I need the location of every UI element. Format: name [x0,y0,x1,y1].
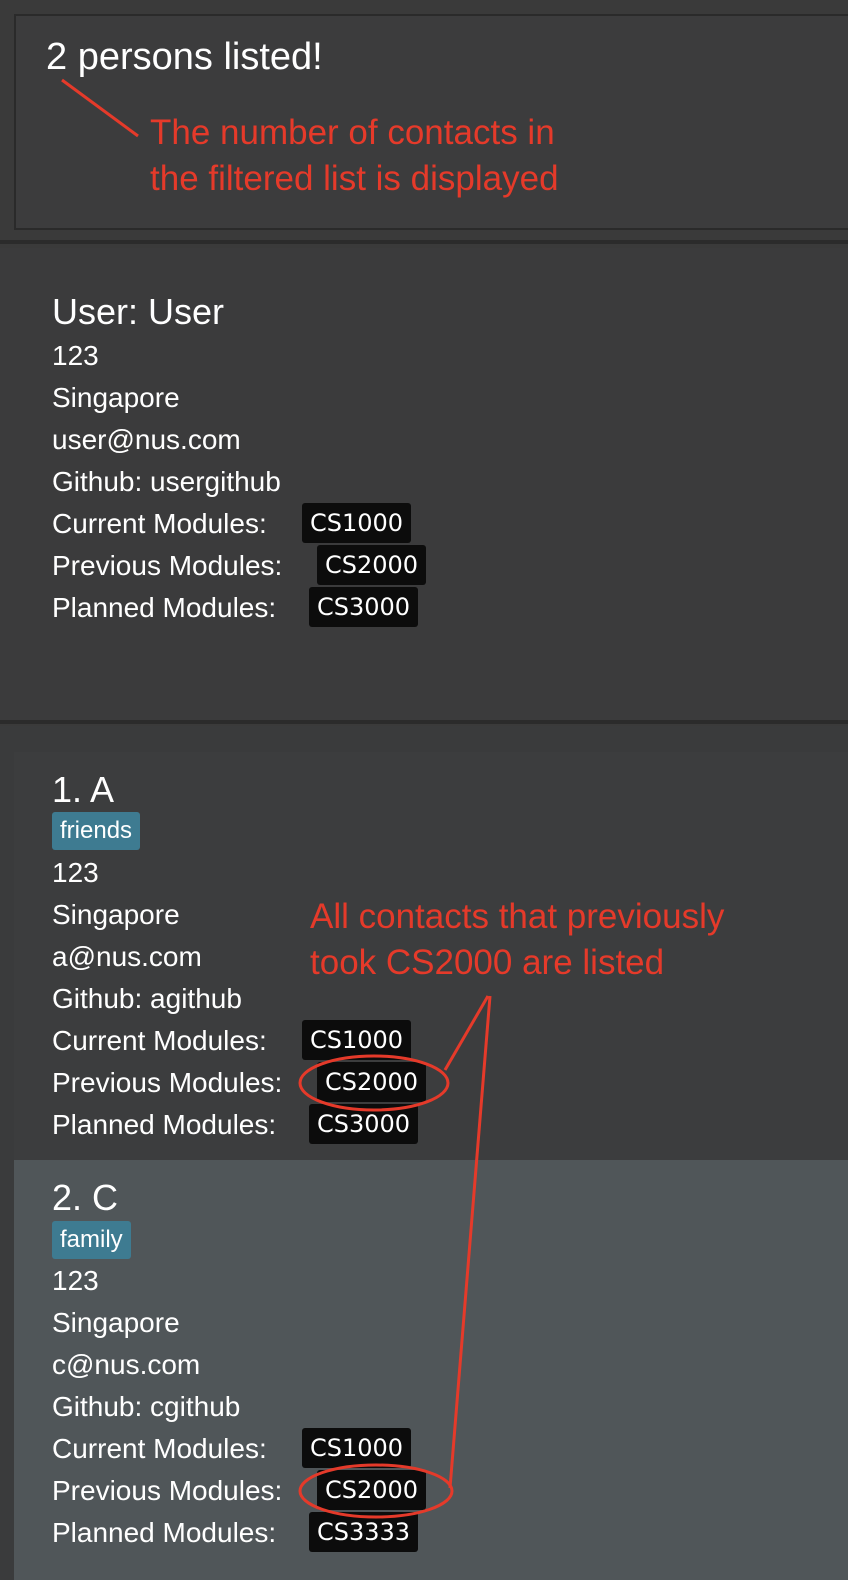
divider [0,720,848,724]
user-title: User: User [52,291,225,332]
user-planned-modules-label: Planned Modules: [52,592,277,623]
annotation-listed-note-line1: All contacts that previously [310,897,725,936]
module-badge: CS1000 [302,1428,412,1468]
person-address: Singapore [52,1307,180,1338]
annotation-listed-note-line2: took CS2000 are listed [310,943,665,982]
divider [0,240,848,244]
user-github: Github: usergithub [52,466,281,497]
module-badge: CS1000 [302,1020,412,1060]
previous-modules-label: Previous Modules: [52,1067,283,1098]
module-badge: CS1000 [302,503,412,543]
module-badge: CS2000 [317,545,427,585]
current-modules-label: Current Modules: [52,1025,267,1056]
user-email: user@nus.com [52,424,241,455]
current-modules-label: Current Modules: [52,1433,267,1464]
person-github: Github: cgithub [52,1391,241,1422]
person-name: 1. A [52,769,115,810]
person-email: c@nus.com [52,1349,201,1380]
annotation-count-note-line2: the filtered list is displayed [150,159,559,198]
person-email: a@nus.com [52,941,202,972]
person-name: 2. C [52,1177,119,1218]
module-badge: CS3000 [309,587,419,627]
person-github: Github: agithub [52,983,242,1014]
tag-badge: friends [52,812,141,850]
user-previous-modules-label: Previous Modules: [52,550,283,581]
planned-modules-label: Planned Modules: [52,1517,277,1548]
annotation-count-note-line1: The number of contacts in [150,113,555,152]
module-badge: CS3000 [309,1104,419,1144]
person-phone: 123 [52,857,99,888]
module-badge: CS2000 [317,1062,427,1102]
planned-modules-label: Planned Modules: [52,1109,277,1140]
user-phone: 123 [52,340,99,371]
previous-modules-label: Previous Modules: [52,1475,283,1506]
tag-badge: family [52,1221,131,1259]
person-address: Singapore [52,899,180,930]
result-message: 2 persons listed! [46,36,323,78]
module-badge: CS3333 [309,1512,419,1552]
user-address: Singapore [52,382,180,413]
person-phone: 123 [52,1265,99,1296]
module-badge: CS2000 [317,1470,427,1510]
user-current-modules-label: Current Modules: [52,508,267,539]
